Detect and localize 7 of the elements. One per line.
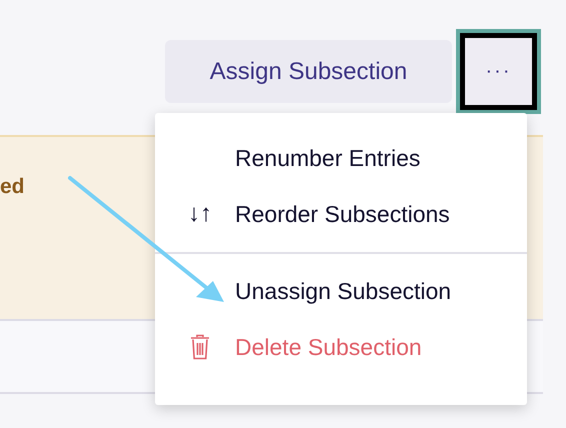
menu-item[interactable]: Renumber Entries [155,130,527,186]
assign-subsection-button[interactable]: Assign Subsection [165,40,452,103]
notice-text: ed [0,175,25,198]
menu-item[interactable]: Unassign Subsection [155,263,527,319]
trash-icon [190,334,210,360]
sort-icon: ↓↑ [188,200,212,228]
menu-item[interactable]: ↓↑ Reorder Subsections [155,186,527,242]
